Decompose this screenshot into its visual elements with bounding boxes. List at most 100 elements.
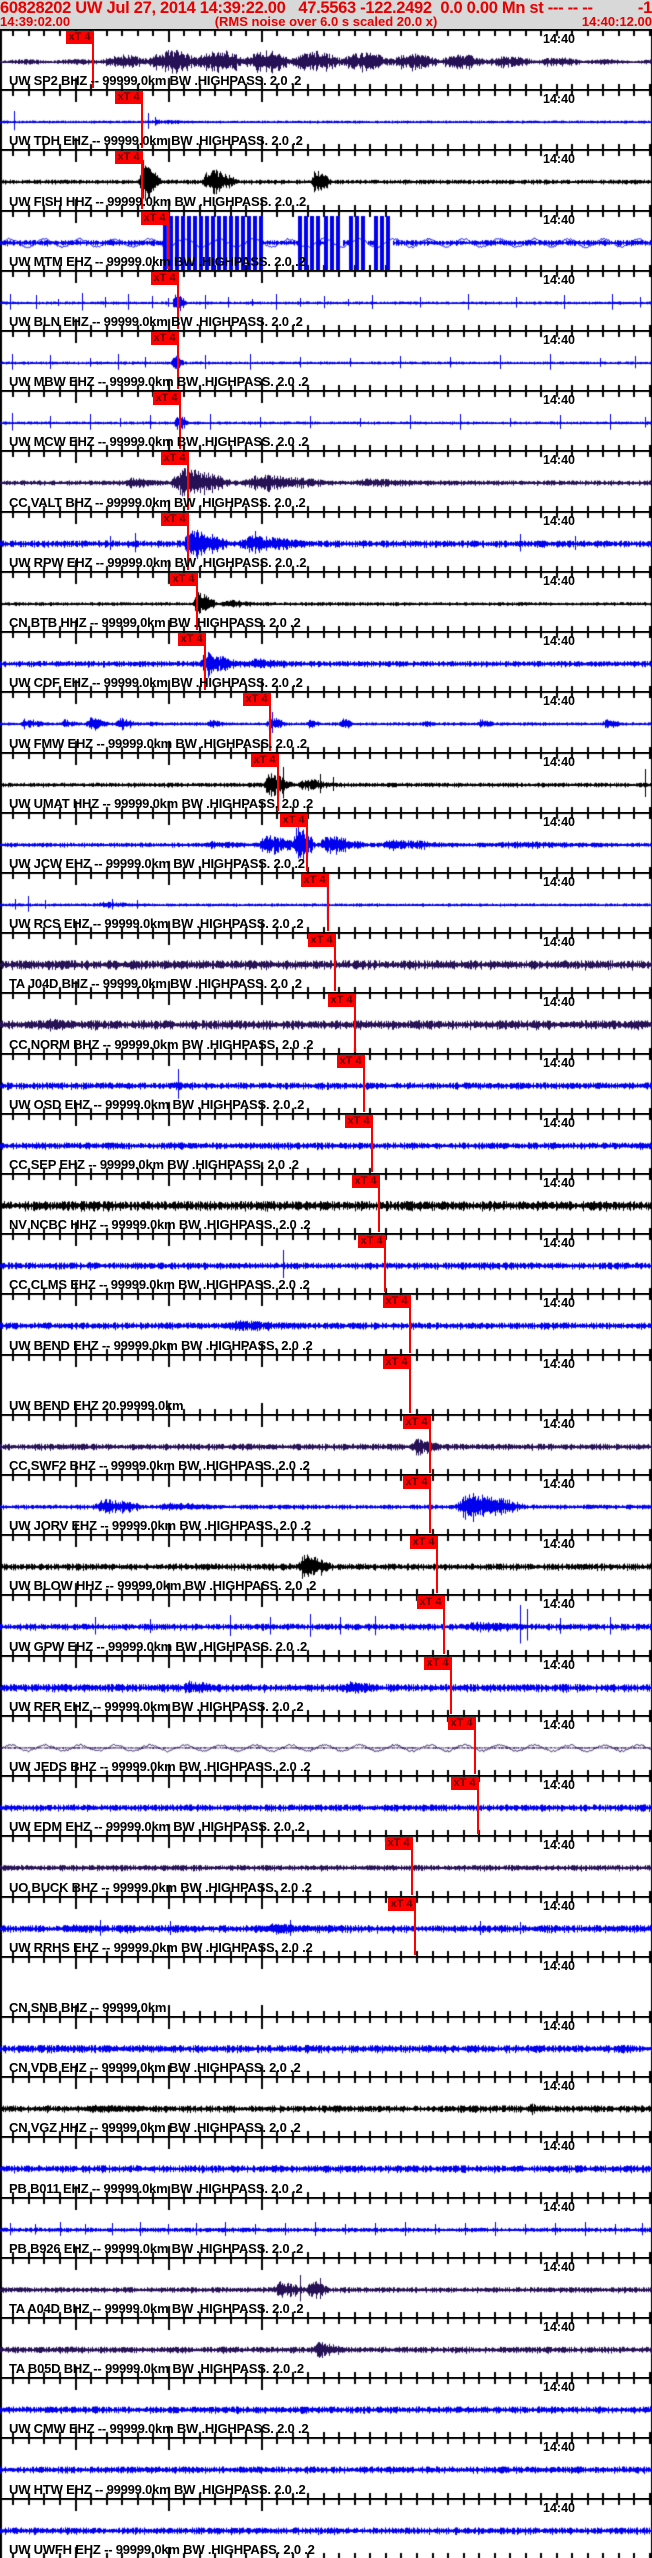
trace-row: 14:40 xT 4 CC VALT BHZ -- 99999.0km BW .HI… xyxy=(0,450,652,511)
pick-flag[interactable]: xT 4 xyxy=(115,151,142,164)
pick-flag[interactable]: xT 4 xyxy=(451,1777,478,1790)
pick-flag[interactable]: xT 4 xyxy=(410,1536,437,1549)
station-label: UW JORV EHZ -- 99999.0km BW .HIGHPASS. 2… xyxy=(9,1518,311,1533)
pick-flag[interactable]: xT 4 xyxy=(383,1356,410,1369)
pick-flag[interactable]: xT 4 xyxy=(161,513,188,526)
row-time-label: 14:40 xyxy=(543,2320,575,2334)
station-label: UW JEDS BHZ -- 99999.0km BW .HIGHPASS. 2… xyxy=(9,1759,311,1774)
station-label: PB B011 EHZ -- 99999.0km BW .HIGHPASS. 2… xyxy=(9,2181,303,2196)
station-label: UW BLOW HHZ -- 99999.0km BW .HIGHPASS. 2… xyxy=(9,1578,317,1593)
pick-flag[interactable]: xT 4 xyxy=(448,1717,475,1730)
pick-flag[interactable]: xT 4 xyxy=(151,272,178,285)
pick-flag[interactable]: xT 4 xyxy=(243,693,270,706)
trace-row: 14:40 CN VDB EHZ -- 99999.0km BW .HIGHPAS… xyxy=(0,2016,652,2076)
row-time-label: 14:40 xyxy=(543,1899,575,1913)
pick-flag[interactable]: xT 4 xyxy=(337,1055,364,1068)
row-time-label: 14:40 xyxy=(543,815,575,829)
station-label: CN SNB BHZ -- 99999.0km xyxy=(9,2000,167,2015)
trace-row: 14:40 xT 4 UW SP2 BHZ -- 99999.0km BW .HIG… xyxy=(0,29,652,89)
pick-flag[interactable]: xT 4 xyxy=(385,1837,412,1850)
row-time-label: 14:40 xyxy=(543,1236,575,1250)
trace-row: 14:40 PB B011 EHZ -- 99999.0km BW .HIGHPA… xyxy=(0,2136,652,2197)
station-label: UW MBW EHZ -- 99999.0km BW .HIGHPASS. 2.… xyxy=(9,374,309,389)
trace-row: 14:40 xT 4 NV NCBC HHZ -- 99999.0km BW .HI… xyxy=(0,1173,652,1233)
trace-row: 14:40 xT 4 UW JCW EHZ -- 99999.0km BW .HIG… xyxy=(0,812,652,872)
trace-row: 14:40 xT 4 UW EDM EHZ -- 99999.0km BW .HIG… xyxy=(0,1775,652,1835)
pick-flag[interactable]: xT 4 xyxy=(328,994,355,1007)
row-time-label: 14:40 xyxy=(543,574,575,588)
scale-note: (RMS noise over 6.0 s scaled 20.0 x) xyxy=(214,14,438,29)
trace-row: 14:40 PB B926 EHZ -- 99999.0km BW .HIGHPA… xyxy=(0,2197,652,2257)
pick-flag[interactable]: xT 4 xyxy=(358,1235,385,1248)
trace-row: 14:40 xT 4 UW MTM EHZ -- 99999.0km BW .HIG… xyxy=(0,210,652,270)
trace-row: 14:40 TA B05D BHZ -- 99999.0km BW .HIGHPA… xyxy=(0,2317,652,2377)
pick-flag[interactable]: xT 4 xyxy=(424,1657,451,1670)
trace-row: 14:40 xT 4 UW JORV EHZ -- 99999.0km BW .HI… xyxy=(0,1474,652,1534)
station-label: CN VDB EHZ -- 99999.0km BW .HIGHPASS. 2.… xyxy=(9,2060,301,2075)
row-time-label: 14:40 xyxy=(543,755,575,769)
row-time-label: 14:40 xyxy=(543,333,575,347)
pick-flag[interactable]: xT 4 xyxy=(352,1175,379,1188)
trace-row: 14:40 UW CMW EHZ -- 99999.0km BW .HIGHPAS… xyxy=(0,2377,652,2437)
pick-flag[interactable]: xT 4 xyxy=(66,31,93,44)
pick-flag[interactable]: xT 4 xyxy=(403,1476,430,1489)
row-time-label: 14:40 xyxy=(543,1658,575,1672)
station-label: UW OSD EHZ -- 99999.0km BW .HIGHPASS. 2.… xyxy=(9,1097,305,1112)
trace-row: 14:40 CN SNB BHZ -- 99999.0km xyxy=(0,1956,652,2016)
station-label: UW CMW EHZ -- 99999.0km BW .HIGHPASS. 2.… xyxy=(9,2421,309,2436)
pick-flag[interactable]: xT 4 xyxy=(141,212,168,225)
station-label: UW CDF EHZ -- 99999.0km BW .HIGHPASS. 2.… xyxy=(9,675,303,690)
row-time-label: 14:40 xyxy=(543,634,575,648)
row-time-label: 14:40 xyxy=(543,1116,575,1130)
station-label: UW TDH EHZ -- 99999.0km BW .HIGHPASS. 2.… xyxy=(9,133,303,148)
trace-row: 14:40 xT 4 UW MBW EHZ -- 99999.0km BW .HIG… xyxy=(0,330,652,390)
station-label: UW BEND EHZ 20.99999.0km xyxy=(9,1398,184,1413)
pick-flag[interactable]: xT 4 xyxy=(115,91,142,104)
row-time-label: 14:40 xyxy=(543,1417,575,1431)
pick-flag[interactable]: xT 4 xyxy=(345,1115,372,1128)
pick-flag[interactable]: xT 4 xyxy=(403,1416,430,1429)
row-time-label: 14:40 xyxy=(543,393,575,407)
station-label: CC CLMS EHZ -- 99999.0km BW .HIGHPASS. 2… xyxy=(9,1277,310,1292)
pick-flag[interactable]: xT 4 xyxy=(170,573,197,586)
trace-row: 14:40 xT 4 UW OSD EHZ -- 99999.0km BW .HIG… xyxy=(0,1053,652,1113)
pick-flag[interactable]: xT 4 xyxy=(178,633,205,646)
trace-row: 14:40 xT 4 CC SWF2 BHZ -- 99999.0km BW .HI… xyxy=(0,1414,652,1474)
station-label: UW EDM EHZ -- 99999.0km BW .HIGHPASS. 2.… xyxy=(9,1819,305,1834)
row-time-label: 14:40 xyxy=(543,1056,575,1070)
station-label: TA B05D BHZ -- 99999.0km BW .HIGHPASS. 2… xyxy=(9,2361,304,2376)
trace-row: 14:40 TA A04D BHZ -- 99999.0km BW .HIGHPA… xyxy=(0,2257,652,2317)
trace-row: 14:40 xT 4 TA J04D BHZ -- 99999.0km BW .HI… xyxy=(0,932,652,992)
row-time-label: 14:40 xyxy=(543,1718,575,1732)
pick-flag[interactable]: xT 4 xyxy=(153,392,180,405)
pick-flag[interactable]: xT 4 xyxy=(280,814,307,827)
trace-row: 14:40 xT 4 CC NORM BHZ -- 99999.0km BW .HI… xyxy=(0,992,652,1053)
event-header: 60828202 UW Jul 27, 2014 14:39:22.00 47.… xyxy=(0,0,652,29)
pick-flag[interactable]: xT 4 xyxy=(308,934,335,947)
trace-row: 14:40 xT 4 UW RER EHZ -- 99999.0km BW .HIG… xyxy=(0,1655,652,1715)
pick-flag[interactable]: xT 4 xyxy=(301,874,328,887)
trace-row: 14:40 xT 4 UW CDF EHZ -- 99999.0km BW .HIG… xyxy=(0,631,652,691)
trace-row: 14:40 CN VGZ HHZ -- 99999.0km BW .HIGHPAS… xyxy=(0,2076,652,2136)
trace-row: 14:40 xT 4 UW BLN EHZ -- 99999.0km BW .HIG… xyxy=(0,270,652,330)
window-end-time: 14:40:12.00 xyxy=(581,14,652,29)
trace-row: 14:40 xT 4 UW BEND EHZ 20.99999.0km xyxy=(0,1354,652,1414)
pick-flag[interactable]: xT 4 xyxy=(161,452,188,465)
trace-row: 14:40 xT 4 CC CLMS EHZ -- 99999.0km BW .HI… xyxy=(0,1233,652,1293)
station-label: UW JCW EHZ -- 99999.0km BW .HIGHPASS. 2.… xyxy=(9,856,305,871)
pick-flag[interactable]: xT 4 xyxy=(417,1596,444,1609)
station-label: UW HTW EHZ -- 99999.0km BW .HIGHPASS. 2.… xyxy=(9,2482,306,2497)
pick-flag[interactable]: xT 4 xyxy=(151,332,178,345)
seismogram-viewer: 60828202 UW Jul 27, 2014 14:39:22.00 47.… xyxy=(0,0,652,2558)
station-label: UW RCS EHZ -- 99999.0km BW .HIGHPASS. 2.… xyxy=(9,916,304,931)
trace-row: 14:40 xT 4 UO BUCK BHZ -- 99999.0km BW .HI… xyxy=(0,1835,652,1896)
trace-row: 14:40 xT 4 UW MCW EHZ -- 99999.0km BW .HIG… xyxy=(0,390,652,450)
trace-row: 14:40 xT 4 CN BTB HHZ -- 99999.0km BW .HIG… xyxy=(0,571,652,631)
pick-flag[interactable]: xT 4 xyxy=(388,1898,415,1911)
pick-flag[interactable]: xT 4 xyxy=(383,1295,410,1308)
trace-row: 14:40 xT 4 UW TDH EHZ -- 99999.0km BW .HIG… xyxy=(0,89,652,149)
station-label: UW GPW EHZ -- 99999.0km BW .HIGHPASS. 2.… xyxy=(9,1639,307,1654)
row-time-label: 14:40 xyxy=(543,514,575,528)
pick-flag[interactable]: xT 4 xyxy=(251,754,278,767)
row-time-label: 14:40 xyxy=(543,213,575,227)
